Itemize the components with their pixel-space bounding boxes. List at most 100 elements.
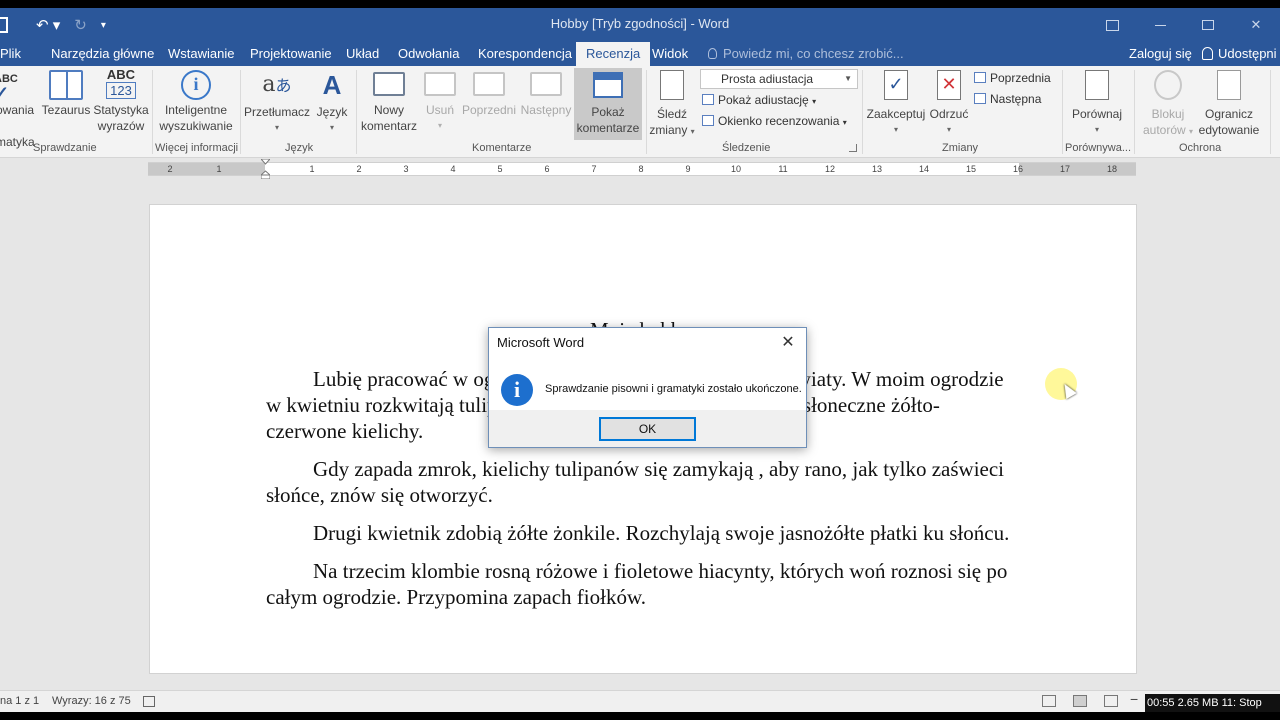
- block-authors-button[interactable]: Blokuj autorów ▾: [1138, 70, 1198, 140]
- previous-comment-button[interactable]: Poprzedni: [460, 70, 518, 118]
- next-comment-button[interactable]: Następny: [518, 70, 574, 118]
- track-changes-button[interactable]: Śledź zmiany ▾: [648, 70, 696, 140]
- page-indicator[interactable]: na 1 z 1: [0, 695, 39, 707]
- tab-review[interactable]: Recenzja: [576, 42, 651, 66]
- share-label: Udostępni: [1218, 46, 1277, 61]
- ribbon-separator: [240, 70, 241, 154]
- zoom-out-icon[interactable]: −: [1130, 691, 1138, 707]
- read-mode-icon[interactable]: [1042, 695, 1056, 707]
- dialog-close-icon[interactable]: ✕: [778, 333, 798, 353]
- next-comment-label: Następny: [520, 103, 572, 117]
- track-changes-label-2-text: zmiany: [649, 123, 688, 137]
- recording-overlay: 00:55 2.65 MB 11: Stop: [1145, 694, 1280, 712]
- tab-layout[interactable]: Układ: [346, 42, 379, 66]
- reviewing-pane-icon: [702, 115, 714, 126]
- track-changes-dropdown-icon: ▾: [690, 127, 695, 136]
- group-label-language: Język: [285, 142, 314, 154]
- compare-dropdown-icon: ▾: [1094, 125, 1099, 134]
- print-layout-icon[interactable]: [1073, 695, 1087, 707]
- dialog-message: Sprawdzanie pisowni i gramatyki zostało …: [545, 383, 802, 395]
- spelling-check-icon: ABC✓: [0, 73, 18, 103]
- show-markup-icon: [702, 94, 714, 105]
- close-button[interactable]: ✕: [1232, 8, 1280, 42]
- document-paragraph: Gdy zapada zmrok, kielichy tulipanów się…: [266, 457, 1005, 507]
- person-icon: [1202, 47, 1213, 60]
- message-dialog: Microsoft Word ✕ i Sprawdzanie pisowni i…: [488, 327, 807, 448]
- accept-button[interactable]: ✓ Zaakceptuj ▾: [864, 70, 928, 138]
- ruler-number: 10: [730, 164, 742, 174]
- ruler-number: 9: [685, 164, 691, 174]
- translate-button[interactable]: aあ Przetłumacz ▾: [244, 70, 310, 136]
- tab-insert[interactable]: Wstawianie: [168, 42, 234, 66]
- minimize-button[interactable]: [1136, 8, 1184, 42]
- minimize-icon: [1154, 24, 1166, 26]
- next-change-icon: [974, 93, 986, 104]
- ok-button[interactable]: OK: [599, 417, 696, 441]
- reviewing-pane-label: Okienko recenzowania: [718, 114, 840, 128]
- ruler-number: 3: [403, 164, 409, 174]
- web-layout-icon[interactable]: [1104, 695, 1118, 707]
- smart-lookup-label-1: Inteligentne: [164, 103, 228, 117]
- show-comments-button[interactable]: Pokaż komentarze: [574, 68, 642, 140]
- tab-mailings[interactable]: Korespondencja: [478, 42, 572, 66]
- show-comments-label-2: komentarze: [576, 121, 640, 135]
- ruler-right-margin: [1019, 163, 1136, 175]
- share-button[interactable]: Udostępni: [1202, 42, 1277, 66]
- translate-label: Przetłumacz: [244, 105, 311, 119]
- close-icon: ✕: [1250, 17, 1262, 32]
- block-authors-label-2: autorów ▾: [1138, 122, 1198, 140]
- ribbon-separator: [1270, 70, 1271, 154]
- word-count-indicator[interactable]: Wyrazy: 16 z 75: [52, 695, 131, 707]
- reviewing-pane-button[interactable]: Okienko recenzowania ▾: [702, 112, 847, 131]
- restrict-editing-button[interactable]: Ogranicz edytowanie: [1198, 70, 1260, 138]
- block-authors-label-2-text: autorów: [1142, 123, 1186, 137]
- ruler-number: 17: [1059, 164, 1071, 174]
- ribbon-display-options-button[interactable]: [1088, 8, 1136, 42]
- indent-marker-icon[interactable]: [261, 159, 270, 179]
- tab-references[interactable]: Odwołania: [398, 42, 459, 66]
- tracking-dialog-launcher[interactable]: [849, 144, 857, 152]
- delete-comment-icon: [424, 72, 456, 96]
- restore-icon: [1202, 20, 1214, 30]
- ruler-number: 11: [778, 164, 788, 174]
- compare-button[interactable]: Porównaj ▾: [1066, 70, 1128, 138]
- show-comments-icon: [593, 72, 623, 98]
- ruler-number: 1: [216, 164, 222, 174]
- word-count-button[interactable]: ABC 123 Statystyka wyrazów: [92, 68, 150, 134]
- delete-comment-button[interactable]: Usuń ▾: [422, 70, 458, 134]
- word-count-label-1: Statystyka: [93, 103, 149, 117]
- ribbon-separator: [356, 70, 357, 154]
- tab-home[interactable]: Narzędzia główne: [51, 42, 154, 66]
- previous-change-label: Poprzednia: [990, 71, 1051, 85]
- sign-in-link[interactable]: Zaloguj się: [1129, 42, 1192, 66]
- thesaurus-button[interactable]: Tezaurus: [40, 70, 92, 118]
- reviewing-pane-dropdown-icon: ▾: [842, 118, 847, 127]
- show-markup-button[interactable]: Pokaż adiustację ▾: [702, 91, 816, 110]
- language-button[interactable]: A Język ▾: [314, 70, 350, 136]
- spelling-grammar-button[interactable]: ABC✓ owania i matyka: [0, 70, 38, 150]
- markup-select[interactable]: Prosta adiustacja ▼: [700, 69, 858, 89]
- restore-button[interactable]: [1184, 8, 1232, 42]
- tab-view[interactable]: Widok: [652, 42, 688, 66]
- ruler-number: 16: [1012, 164, 1024, 174]
- group-label-changes: Zmiany: [942, 142, 979, 154]
- word-count-icon-123: 123: [106, 82, 136, 99]
- ruler-number: 15: [965, 164, 977, 174]
- ruler-number: 7: [591, 164, 597, 174]
- previous-change-button[interactable]: Poprzednia: [974, 69, 1051, 88]
- horizontal-ruler[interactable]: 2 1 1 2 3 4 5 6 7 8 9 10 11 12 13 14 15 …: [148, 162, 1136, 176]
- proofing-status-icon[interactable]: [143, 696, 155, 707]
- ruler-number: 6: [544, 164, 550, 174]
- tell-me-box[interactable]: Powiedz mi, co chcesz zrobić...: [708, 42, 904, 66]
- reject-button[interactable]: ✕ Odrzuć ▾: [928, 70, 970, 138]
- next-change-button[interactable]: Następna: [974, 90, 1041, 109]
- accept-dropdown-icon: ▾: [893, 125, 898, 134]
- show-comments-label-1: Pokaż: [591, 105, 625, 119]
- smart-lookup-button[interactable]: i Inteligentne wyszukiwanie: [158, 70, 234, 134]
- chevron-down-icon: ▼: [844, 74, 852, 83]
- new-comment-button[interactable]: Nowy komentarz: [358, 70, 420, 134]
- tab-file[interactable]: Plik: [0, 42, 21, 66]
- block-authors-icon: [1154, 70, 1182, 100]
- tab-design[interactable]: Projektowanie: [250, 42, 332, 66]
- accept-icon: ✓: [884, 70, 908, 100]
